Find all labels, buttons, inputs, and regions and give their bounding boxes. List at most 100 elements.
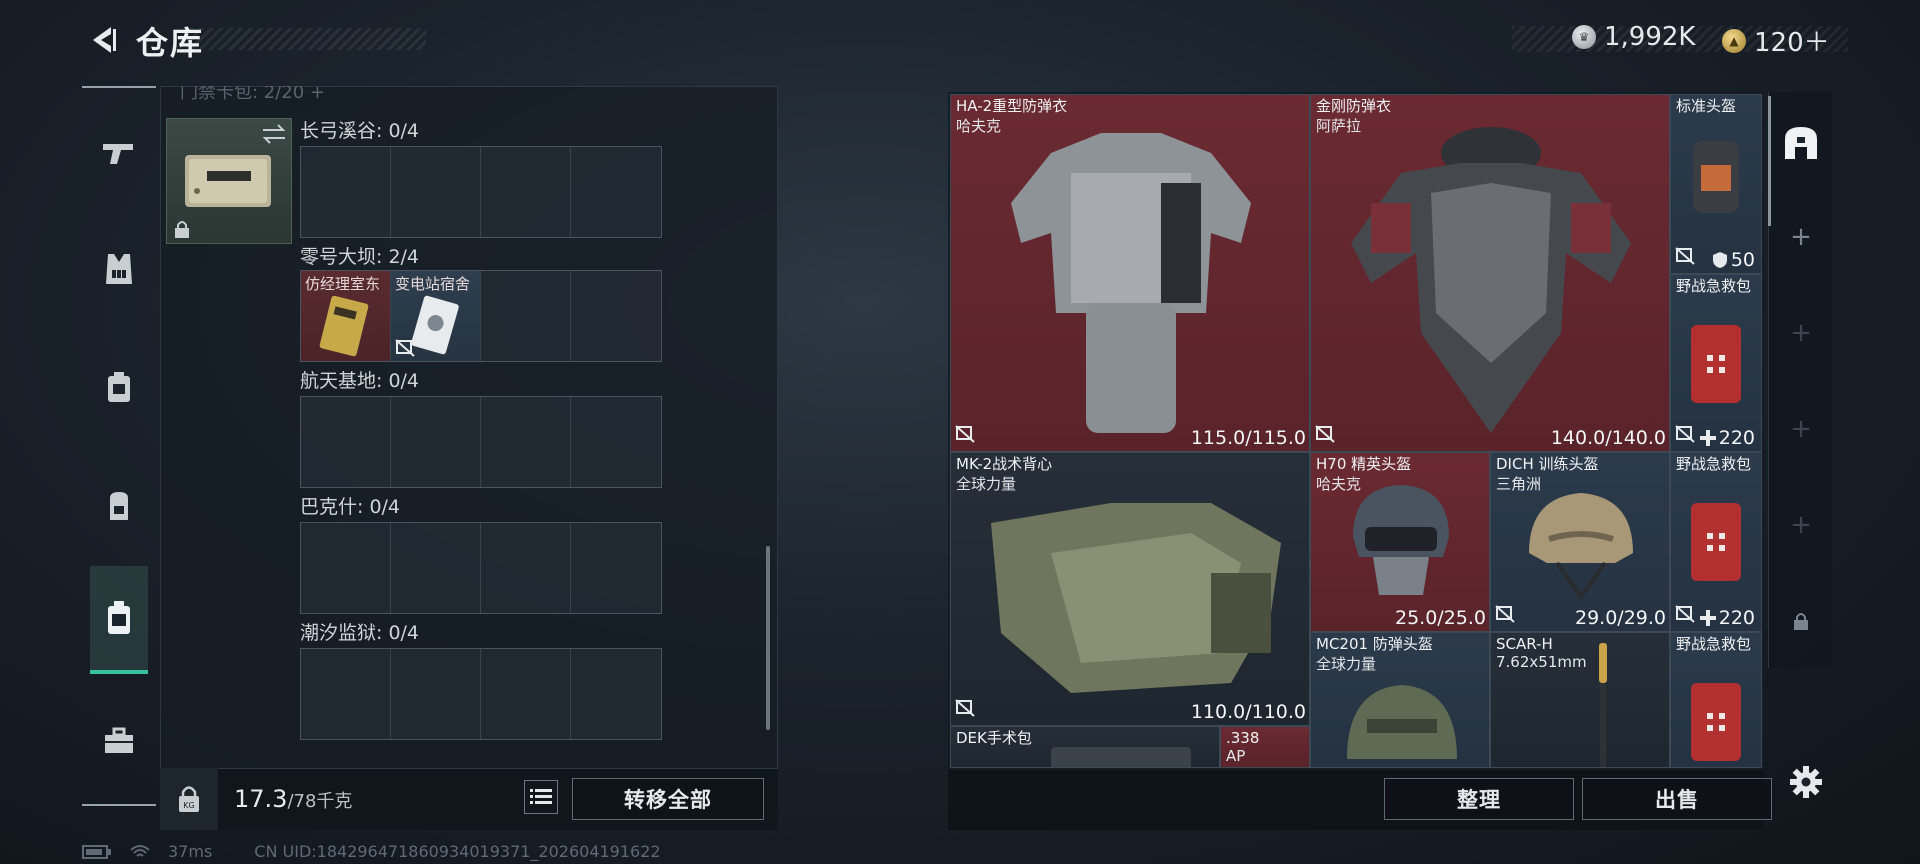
lock-icon [175, 221, 189, 238]
no-sell-icon [395, 339, 415, 357]
zone-label-hangtian: 航天基地: 0/4 [300, 370, 420, 392]
user-uid: CN UID:18429647186093401937​1_2026041916… [254, 842, 661, 861]
organize-button[interactable]: 整理 [1384, 778, 1574, 820]
item-h70-helmet[interactable]: H70 精英头盔 哈夫克 25.0/25.0 [1310, 452, 1490, 632]
no-sell-icon [955, 699, 975, 721]
medkit-image [1691, 683, 1741, 761]
keycard-cell[interactable] [391, 649, 481, 739]
keycard-cell[interactable] [571, 649, 661, 739]
back-button[interactable] [80, 20, 124, 60]
standard-helmet-image [1693, 141, 1739, 213]
currency-silver[interactable]: ♛ 1,992K [1572, 22, 1695, 52]
keycard-cell[interactable] [571, 397, 661, 487]
rail-add-tab[interactable]: + [1778, 502, 1824, 548]
vest-icon [106, 254, 132, 284]
rail-scrollbar[interactable] [1768, 96, 1771, 226]
item-jingang-armor[interactable]: 金刚防弹衣 阿萨拉 140.0/140.0 [1310, 94, 1670, 452]
weight-lock-icon: KG [179, 786, 199, 812]
zone-grid-lingdaba: 仿经理室东 变电站宿舍 [300, 270, 662, 362]
list-view-button[interactable] [524, 780, 558, 814]
item-mk2-vest[interactable]: MK-2战术背心 全球力量 110.0/110.0 [950, 452, 1310, 726]
keycard-item[interactable]: 变电站宿舍 [391, 271, 481, 361]
shield-icon [1712, 252, 1727, 268]
item-ha2-armor[interactable]: HA-2重型防弹衣 哈夫克 115.0/115.0 [950, 94, 1310, 452]
keycard-cell[interactable] [301, 397, 391, 487]
plus-icon [1699, 430, 1716, 446]
no-sell-icon [1315, 425, 1335, 447]
list-icon [530, 789, 552, 804]
keycard-bag-header: 门禁卡包: 2/20 + [180, 86, 326, 103]
sell-button[interactable]: 出售 [1582, 778, 1772, 820]
item-scar-h[interactable]: SCAR-H 7.62x51mm [1490, 632, 1670, 768]
durability: 140.0/140.0 [1550, 427, 1666, 449]
armor-rating: 50 [1712, 249, 1755, 271]
swap-icon[interactable] [261, 123, 287, 145]
keycard-cell[interactable] [481, 271, 571, 361]
keycard-bag-slot[interactable] [166, 118, 292, 244]
nav-armor[interactable] [90, 240, 148, 298]
keycard-cell[interactable] [301, 147, 391, 237]
keycard-item[interactable]: 仿经理室东 [301, 271, 391, 361]
gold-coin-icon: ▲ [1722, 28, 1746, 53]
left-scrollbar[interactable] [766, 546, 770, 730]
item-mc201-helmet[interactable]: MC201 防弹头盔 全球力量 [1310, 632, 1490, 768]
durability: 29.0/29.0 [1574, 607, 1666, 629]
item-338-ap-ammo[interactable]: .338 AP [1220, 726, 1310, 768]
keycard-cell[interactable] [391, 397, 481, 487]
plus-icon: + [1790, 510, 1812, 540]
item-dich-helmet[interactable]: DICH 训练头盔 三角洲 29.0/29.0 [1490, 452, 1670, 632]
medkit-image [1691, 325, 1741, 403]
currency-gold-value: 120＋ [1754, 28, 1830, 58]
zone-label-changgong: 长弓溪谷: 0/4 [300, 120, 420, 142]
battery-icon [82, 844, 111, 859]
item-dek-surgery-kit[interactable]: DEK手术包 [950, 726, 1220, 768]
lock-icon [1794, 613, 1808, 630]
status-bar: 37ms CN UID:18429647186093401937​1_20260… [82, 842, 661, 861]
currency-silver-value: 1,992K [1604, 22, 1696, 52]
heal-amount: 220 [1699, 607, 1755, 629]
item-field-medkit[interactable]: 野战急救包 220 [1670, 274, 1762, 452]
dek-surgery-kit-image [1051, 747, 1191, 767]
transfer-all-button[interactable]: 转移全部 [572, 778, 764, 820]
keycard-cell[interactable] [481, 523, 571, 613]
settings-button[interactable] [1786, 762, 1826, 802]
nav-keycard-bag[interactable] [90, 566, 148, 674]
rail-tab-main[interactable] [1778, 120, 1824, 166]
keycard-cell[interactable] [301, 523, 391, 613]
keycard-cell[interactable] [301, 649, 391, 739]
zone-label-chaoxi: 潮汐监狱: 0/4 [300, 622, 420, 644]
rail-add-tab[interactable]: + [1778, 310, 1824, 356]
nav-chest-rig[interactable] [90, 358, 148, 416]
no-sell-icon [955, 425, 975, 447]
warehouse-tabs-rail [1768, 92, 1832, 668]
rail-locked-tab[interactable] [1778, 598, 1824, 644]
keycard-cell[interactable] [571, 271, 661, 361]
keycard-cell[interactable] [481, 649, 571, 739]
weight-lock-button[interactable]: KG [160, 768, 218, 830]
title-decoration [190, 28, 426, 50]
keycard-cell[interactable] [481, 397, 571, 487]
heal-amount: 220 [1699, 427, 1755, 449]
item-standard-helmet[interactable]: 标准头盔 50 [1670, 94, 1762, 274]
keycard-cell[interactable] [391, 147, 481, 237]
mc201-helmet-image [1347, 685, 1457, 759]
keycard-cell[interactable] [391, 523, 481, 613]
nav-bottom-divider [82, 804, 156, 806]
nav-weapons[interactable] [90, 124, 148, 182]
nav-backpack[interactable] [90, 476, 148, 534]
item-field-medkit[interactable]: 野战急救包 [1670, 632, 1762, 768]
keycard-cell[interactable] [571, 523, 661, 613]
no-sell-icon [1675, 247, 1695, 269]
rail-add-tab[interactable]: + [1778, 214, 1824, 260]
rail-add-tab[interactable]: + [1778, 406, 1824, 452]
nav-top-divider [82, 86, 156, 88]
page-title: 仓库 [136, 24, 205, 62]
keycard-cell[interactable] [571, 147, 661, 237]
briefcase-icon [105, 727, 133, 753]
keycard-bag-icon [108, 601, 130, 634]
item-field-medkit[interactable]: 野战急救包 220 [1670, 452, 1762, 632]
currency-gold[interactable]: ▲ 120＋ [1722, 22, 1830, 59]
nav-toolbox[interactable] [90, 712, 148, 770]
keycard-cell[interactable] [481, 147, 571, 237]
zone-grid-hangtian [300, 396, 662, 488]
